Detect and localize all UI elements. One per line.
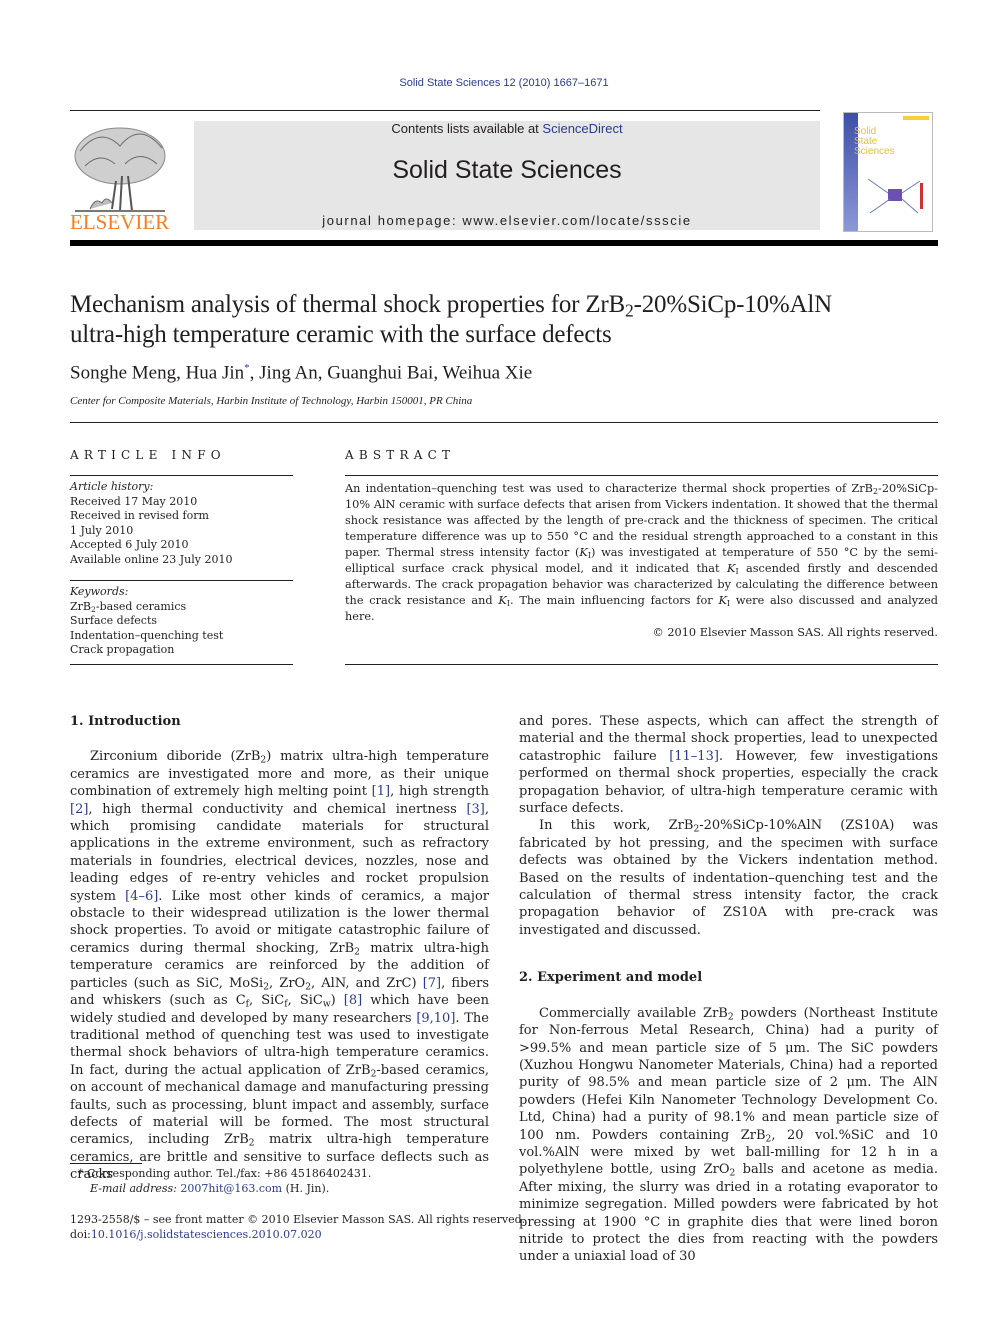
right-column: and pores. These aspects, which can affe… <box>519 713 938 1266</box>
keyword: Surface defects <box>70 614 158 627</box>
article-info-heading: ARTICLE INFO <box>70 448 226 462</box>
elsevier-logo[interactable]: ELSEVIER <box>70 121 170 234</box>
keyword: Crack propagation <box>70 643 175 656</box>
intro-paragraph-continued: and pores. These aspects, which can affe… <box>519 714 938 817</box>
section-rule <box>70 422 938 423</box>
abstract-copyright: © 2010 Elsevier Masson SAS. All rights r… <box>652 626 938 639</box>
affiliation: Center for Composite Materials, Harbin I… <box>70 395 473 407</box>
citation-link[interactable]: [1] <box>372 784 390 799</box>
svg-text:ELSEVIER: ELSEVIER <box>70 210 169 231</box>
journal-homepage-link[interactable]: journal homepage: www.elsevier.com/locat… <box>194 213 820 228</box>
author-list: Songhe Meng, Hua Jin*, Jing An, Guanghui… <box>70 362 533 384</box>
citation-link[interactable]: [9,10] <box>416 1011 455 1026</box>
header-thick-rule <box>70 240 938 246</box>
section-heading-introduction: 1. Introduction <box>70 714 181 729</box>
journal-name: Solid State Sciences <box>392 156 622 184</box>
article-title: Mechanism analysis of thermal shock prop… <box>70 291 832 348</box>
elsevier-tree-icon: ELSEVIER <box>70 127 169 234</box>
keywords-list: Keywords: ZrB2-based ceramics Surface de… <box>70 585 224 656</box>
abstract-heading: ABSTRACT <box>345 448 456 462</box>
citation-link[interactable]: [11–13] <box>669 749 719 764</box>
citation-link[interactable]: [7] <box>423 976 441 991</box>
contents-prefix: Contents lists available at <box>391 121 543 136</box>
intro-paragraph: In this work, ZrB2-20%SiCp-10%AlN (ZS10A… <box>519 818 938 938</box>
abstract-text: An indentation–quenching test was used t… <box>345 482 938 639</box>
corresponding-author-footnote: * Corresponding author. Tel./fax: +86 45… <box>78 1167 372 1195</box>
running-head[interactable]: Solid State Sciences 12 (2010) 1667–1671 <box>0 77 992 89</box>
section-heading-experiment: 2. Experiment and model <box>519 970 703 986</box>
sciencedirect-link[interactable]: ScienceDirect <box>542 121 622 136</box>
citation-link[interactable]: [4–6] <box>125 889 158 904</box>
citation-link[interactable]: [3] <box>466 802 484 817</box>
article-history: Article history: Received 17 May 2010 Re… <box>70 480 233 566</box>
footnote-rule <box>70 1163 142 1164</box>
article-info-rule <box>70 475 293 476</box>
article-info-bottom-rule <box>70 664 293 665</box>
abstract-bottom-rule <box>345 664 938 665</box>
front-matter-footer: 1293-2558/$ – see front matter © 2010 El… <box>70 1213 526 1241</box>
contents-line: Contents lists available at ScienceDirec… <box>194 121 820 136</box>
keyword: Indentation–quenching test <box>70 628 224 642</box>
doi-link[interactable]: 10.1016/j.solidstatesciences.2010.07.020 <box>91 1228 322 1241</box>
cover-title: Solid State Sciences <box>854 126 895 157</box>
email-link[interactable]: 2007hit@163.com <box>180 1182 282 1195</box>
header-rule <box>70 110 820 111</box>
left-column: 1. Introduction Zirconium diboride (ZrB2… <box>70 713 489 1184</box>
abstract-rule <box>345 475 938 476</box>
citation-link[interactable]: [2] <box>70 802 88 817</box>
citation-link[interactable]: [8] <box>344 993 362 1008</box>
cover-badge <box>903 116 929 120</box>
experiment-paragraph: Commercially available ZrB2 powders (Nor… <box>519 1005 939 1265</box>
keyword: ZrB2-based ceramics <box>70 599 187 614</box>
keywords-rule <box>70 580 293 581</box>
journal-cover-thumbnail[interactable]: Solid State Sciences <box>843 112 933 232</box>
cover-molecule-icon <box>867 178 923 214</box>
intro-paragraph: Zirconium diboride (ZrB2) matrix ultra-h… <box>70 749 490 1183</box>
